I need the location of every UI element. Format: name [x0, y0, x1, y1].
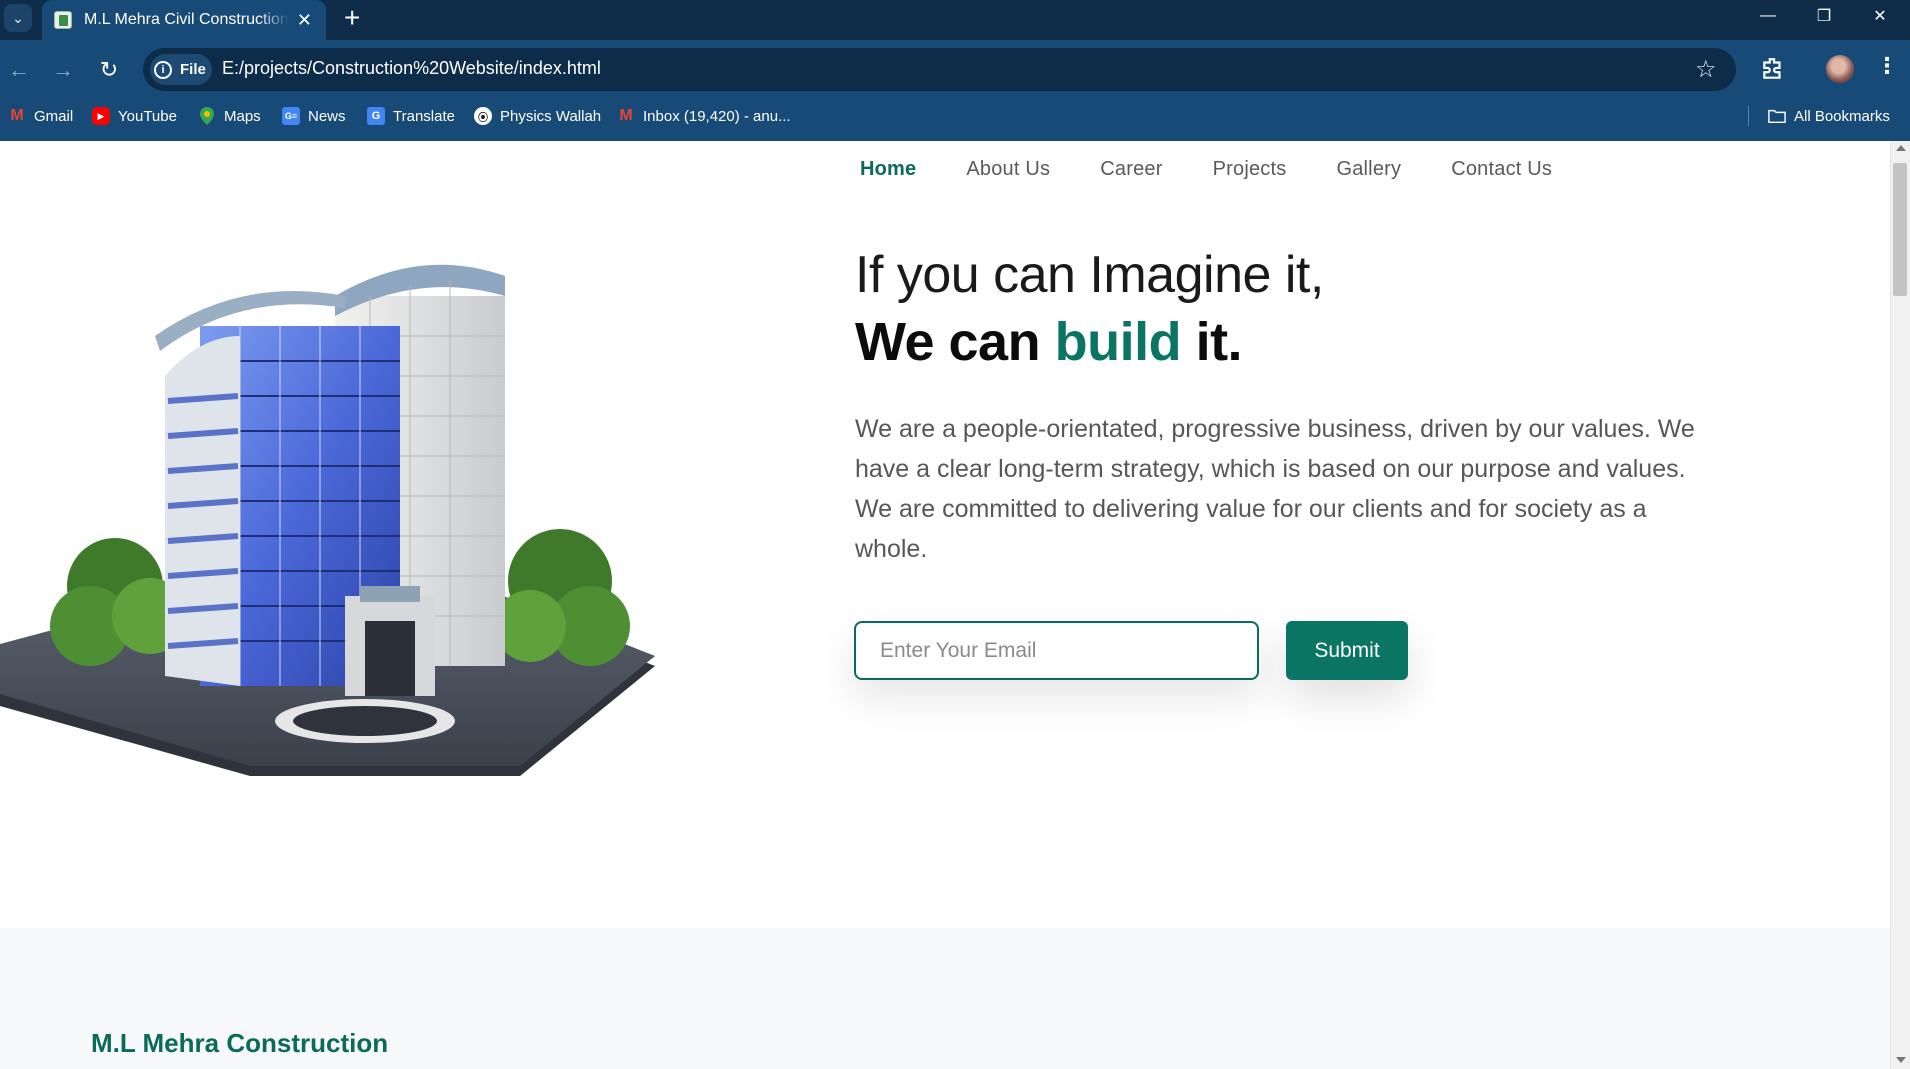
- page-viewport: Home About Us Career Projects Gallery Co…: [0, 141, 1910, 1069]
- hero-line2-prefix: We can: [855, 312, 1055, 372]
- site-favicon-icon: [54, 11, 72, 29]
- bookmark-star-icon[interactable]: ☆: [1695, 55, 1717, 84]
- submit-button[interactable]: Submit: [1286, 621, 1408, 680]
- email-input[interactable]: [854, 621, 1259, 680]
- scroll-down-arrow-icon[interactable]: [1896, 1057, 1906, 1063]
- news-icon: G≡: [282, 107, 300, 125]
- bookmark-youtube[interactable]: ▶ YouTube: [92, 104, 177, 128]
- hero-heading-line2: We can build it.: [855, 311, 1243, 373]
- page-scrollbar[interactable]: [1890, 141, 1910, 1069]
- forward-arrow-icon[interactable]: →: [48, 55, 78, 85]
- hero-paragraph: We are a people-orientated, progressive …: [855, 415, 1695, 563]
- company-name-heading: M.L Mehra Construction: [91, 1028, 389, 1058]
- all-bookmarks-button[interactable]: All Bookmarks: [1768, 104, 1890, 128]
- bookmark-physics-wallah[interactable]: ⦿ Physics Wallah: [474, 104, 601, 128]
- translate-icon: G: [367, 107, 385, 125]
- hero-line2-suffix: it.: [1181, 312, 1243, 372]
- physics-wallah-icon: ⦿: [474, 107, 492, 125]
- bookmark-gmail[interactable]: M Gmail: [8, 104, 73, 128]
- nav-about-us[interactable]: About Us: [966, 158, 1050, 181]
- bookmark-maps[interactable]: Maps: [198, 104, 261, 128]
- browser-tab[interactable]: M.L Mehra Civil Construction co ✕: [42, 0, 326, 40]
- scroll-up-arrow-icon[interactable]: [1896, 145, 1906, 151]
- hero-line2-accent: build: [1054, 312, 1182, 372]
- close-tab-icon[interactable]: ✕: [295, 10, 314, 31]
- bookmark-news[interactable]: G≡ News: [282, 104, 346, 128]
- extensions-puzzle-icon[interactable]: [1760, 56, 1786, 82]
- info-icon: i: [154, 60, 172, 79]
- building-illustration: [0, 264, 655, 776]
- back-arrow-icon[interactable]: ←: [4, 55, 34, 85]
- new-tab-button[interactable]: +: [344, 3, 360, 33]
- nav-home[interactable]: Home: [860, 158, 916, 181]
- restore-window-button[interactable]: ❐: [1796, 0, 1852, 32]
- site-info-chip[interactable]: i File: [150, 54, 212, 85]
- tab-title: M.L Mehra Civil Construction co: [84, 11, 289, 28]
- bookmark-translate[interactable]: G Translate: [367, 104, 455, 128]
- folder-icon: [1768, 107, 1786, 125]
- youtube-icon: ▶: [92, 107, 110, 125]
- site-nav: Home About Us Career Projects Gallery Co…: [860, 158, 1552, 181]
- nav-career[interactable]: Career: [1100, 158, 1162, 181]
- chevron-down-icon: ⌄: [12, 9, 24, 26]
- hero-heading-line1: If you can Imagine it,: [855, 246, 1324, 304]
- scrollbar-thumb[interactable]: [1893, 163, 1907, 296]
- browser-menu-icon[interactable]: ⋮: [1876, 53, 1898, 79]
- gmail-icon: M: [10, 107, 24, 124]
- close-window-button[interactable]: ✕: [1852, 0, 1908, 32]
- site-chip-label: File: [180, 61, 206, 78]
- maps-icon: [198, 107, 216, 125]
- minimize-window-button[interactable]: —: [1740, 0, 1796, 32]
- nav-projects[interactable]: Projects: [1213, 158, 1287, 181]
- gmail-icon: M: [619, 107, 633, 124]
- profile-avatar[interactable]: [1826, 55, 1854, 83]
- nav-contact-us[interactable]: Contact Us: [1451, 158, 1552, 181]
- tab-search-button[interactable]: ⌄: [4, 4, 32, 32]
- bookmark-inbox[interactable]: M Inbox (19,420) - anu...: [617, 104, 790, 128]
- nav-gallery[interactable]: Gallery: [1336, 158, 1401, 181]
- bookmarks-divider: [1748, 106, 1749, 126]
- reload-icon[interactable]: ↻: [94, 55, 124, 85]
- url-text[interactable]: E:/projects/Construction%20Website/index…: [222, 58, 601, 79]
